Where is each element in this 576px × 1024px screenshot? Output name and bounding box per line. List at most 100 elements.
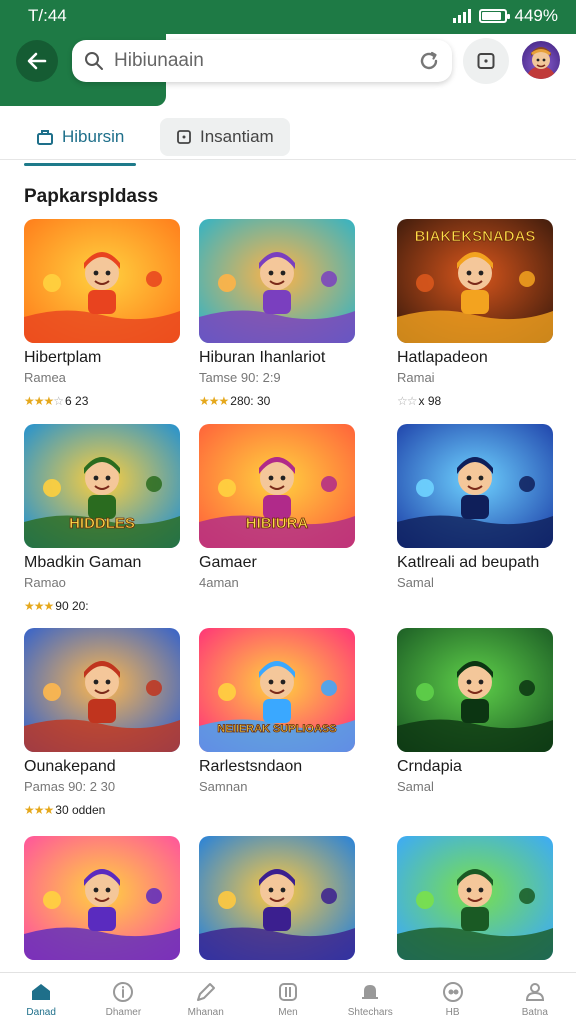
svg-text:HIBIURA: HIBIURA (246, 515, 309, 532)
game-thumbnail[interactable] (397, 836, 553, 960)
nav-label: Dhamer (105, 1006, 142, 1018)
game-thumbnail[interactable]: BIAKEKSNADAS (397, 219, 553, 343)
game-title: Gamaer (199, 554, 257, 571)
svg-text:BIAKEKSNADAS: BIAKEKSNADAS (415, 228, 536, 245)
pen-icon (194, 980, 218, 1004)
game-rating: ☆☆ x 98 (397, 394, 553, 408)
grid-icon (276, 980, 300, 1004)
tab-label: Insantiam (200, 127, 274, 146)
game-rating: ★★★ 30 odden (24, 803, 180, 817)
nav-item[interactable]: Shtechars (329, 973, 411, 1024)
nav-label: Mhanan (187, 1006, 224, 1018)
nav-item[interactable]: HB (411, 973, 493, 1024)
rating-count: 30 odden (55, 803, 106, 817)
nav-label: Batna (521, 1006, 548, 1018)
game-subtitle: Pamas 90: 2 30 (24, 779, 116, 794)
battery-percent: 449% (514, 6, 558, 25)
profile-avatar[interactable] (520, 39, 562, 81)
signal-icon (452, 9, 471, 23)
game-card[interactable] (24, 836, 180, 960)
game-rating: ★★★ 280: 30 (199, 394, 355, 408)
nav-label: Men (278, 1006, 298, 1018)
back-button[interactable] (16, 40, 58, 82)
star-rating-icon: ☆☆ (397, 394, 417, 408)
game-subtitle: Tamse 90: 2:9 (199, 370, 281, 385)
game-thumbnail[interactable] (199, 836, 355, 960)
game-subtitle: Samnan (199, 779, 248, 794)
person-icon (523, 980, 547, 1004)
bottom-navigation: Danad Dhamer Mhanan Men Shtechars HB Batna (0, 972, 576, 1024)
bell-icon (358, 980, 382, 1004)
status-icons: 449% (452, 6, 558, 26)
game-thumbnail[interactable] (24, 836, 180, 960)
game-thumbnail[interactable] (397, 424, 553, 548)
game-thumbnail[interactable] (199, 219, 355, 343)
game-title: Mbadkin Gaman (24, 554, 142, 571)
search-input[interactable] (114, 50, 418, 72)
game-thumbnail[interactable]: HIDDLES (24, 424, 180, 548)
game-thumbnail[interactable]: NEIIERAK SUPLIOASS (199, 628, 355, 752)
game-title: Hatlapadeon (397, 349, 488, 366)
tab-insantiam[interactable]: Insantiam (160, 118, 290, 156)
game-title: Hiburan Ihanlariot (199, 349, 326, 366)
tab-hibursin[interactable]: Hibursin (24, 118, 137, 166)
cast-button[interactable] (463, 38, 509, 84)
game-card[interactable]: Katlreali ad beupath Samal (397, 424, 553, 590)
rating-count: x 98 (418, 394, 442, 408)
game-card[interactable]: Hibertplam Ramea ★★★☆ 6 23 (24, 219, 180, 408)
svg-text:NEIIERAK SUPLIOASS: NEIIERAK SUPLIOASS (217, 723, 336, 735)
game-card[interactable]: BIAKEKSNADAS Hatlapadeon Ramai ☆☆ x 98 (397, 219, 553, 408)
home-icon (29, 980, 53, 1004)
game-thumbnail[interactable] (24, 219, 180, 343)
search-bar[interactable] (72, 40, 452, 82)
nav-item[interactable]: Dhamer (82, 973, 164, 1024)
game-title: Rarlestsndaon (199, 758, 303, 775)
game-thumbnail[interactable] (397, 628, 553, 752)
game-subtitle: Ramea (24, 370, 66, 385)
game-subtitle: Samal (397, 575, 434, 590)
game-card[interactable]: HIBIURA Gamaer 4aman (199, 424, 355, 590)
square-icon (177, 130, 191, 144)
eye-icon (441, 980, 465, 1004)
game-card[interactable]: Hiburan Ihanlariot Tamse 90: 2:9 ★★★ 280: 3… (199, 219, 355, 408)
game-title: Katlreali ad beupath (397, 554, 540, 571)
status-time: T/:44 (28, 6, 67, 25)
app-screen: T/:44 449% Hibiunaain Hibursin Insantiam… (0, 0, 576, 1024)
game-card[interactable]: HIDDLES Mbadkin Gaman Ramao ★★★ 90 20: (24, 424, 180, 613)
briefcase-icon (37, 130, 53, 145)
game-subtitle: Ramao (24, 575, 66, 590)
star-rating-icon: ★★★ (24, 803, 54, 817)
game-rating: ★★★ 90 20: (24, 599, 180, 613)
rating-count: 280: 30 (230, 394, 271, 408)
nav-label: Danad (26, 1006, 56, 1018)
game-title: Crndapia (397, 758, 462, 775)
rating-count: 90 20: (55, 599, 89, 613)
nav-item[interactable]: Danad (0, 973, 82, 1024)
arrow-left-icon (27, 52, 47, 70)
nav-item[interactable]: Batna (494, 973, 576, 1024)
nav-item[interactable]: Men (247, 973, 329, 1024)
game-rating: ★★★☆ 6 23 (24, 394, 180, 408)
tab-label: Hibursin (62, 127, 125, 146)
game-card[interactable] (199, 836, 355, 960)
game-thumbnail[interactable]: HIBIURA (199, 424, 355, 548)
game-thumbnail[interactable] (24, 628, 180, 752)
star-rating-icon: ★★★☆ (24, 394, 64, 408)
game-card[interactable] (397, 836, 553, 960)
star-rating-icon: ★★★ (24, 599, 54, 613)
info-icon (111, 980, 135, 1004)
star-rating-icon: ★★★ (199, 394, 229, 408)
game-card[interactable]: Crndapia Samal (397, 628, 553, 794)
game-card[interactable]: Ounakepand Pamas 90: 2 30 ★★★ 30 odden (24, 628, 180, 817)
nav-label: HB (445, 1006, 460, 1018)
square-dot-icon (477, 53, 495, 69)
status-bar: T/:44 449% (0, 0, 576, 32)
tab-bar: Hibursin Insantiam (0, 108, 576, 166)
game-title: Hibertplam (24, 349, 102, 366)
svg-text:HIDDLES: HIDDLES (69, 515, 135, 532)
nav-item[interactable]: Mhanan (165, 973, 247, 1024)
game-card[interactable]: NEIIERAK SUPLIOASS Rarlestsndaon Samnan (199, 628, 355, 794)
refresh-icon[interactable] (418, 50, 440, 72)
rating-count: 6 23 (65, 394, 89, 408)
section-title: Papkarspldass (24, 186, 159, 207)
